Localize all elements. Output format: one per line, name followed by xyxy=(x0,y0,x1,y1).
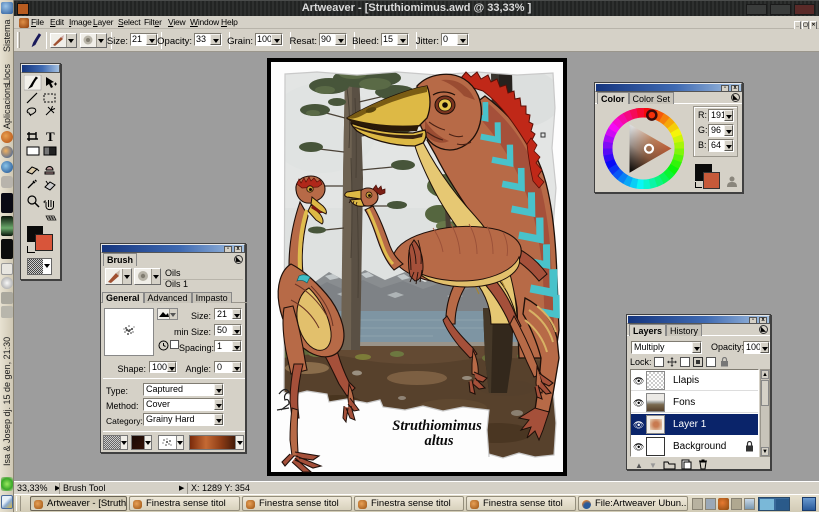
svg-text:altus: altus xyxy=(424,433,453,449)
svg-text:Struthiomimus: Struthiomimus xyxy=(392,418,482,434)
svg-text:T: T xyxy=(46,129,55,144)
